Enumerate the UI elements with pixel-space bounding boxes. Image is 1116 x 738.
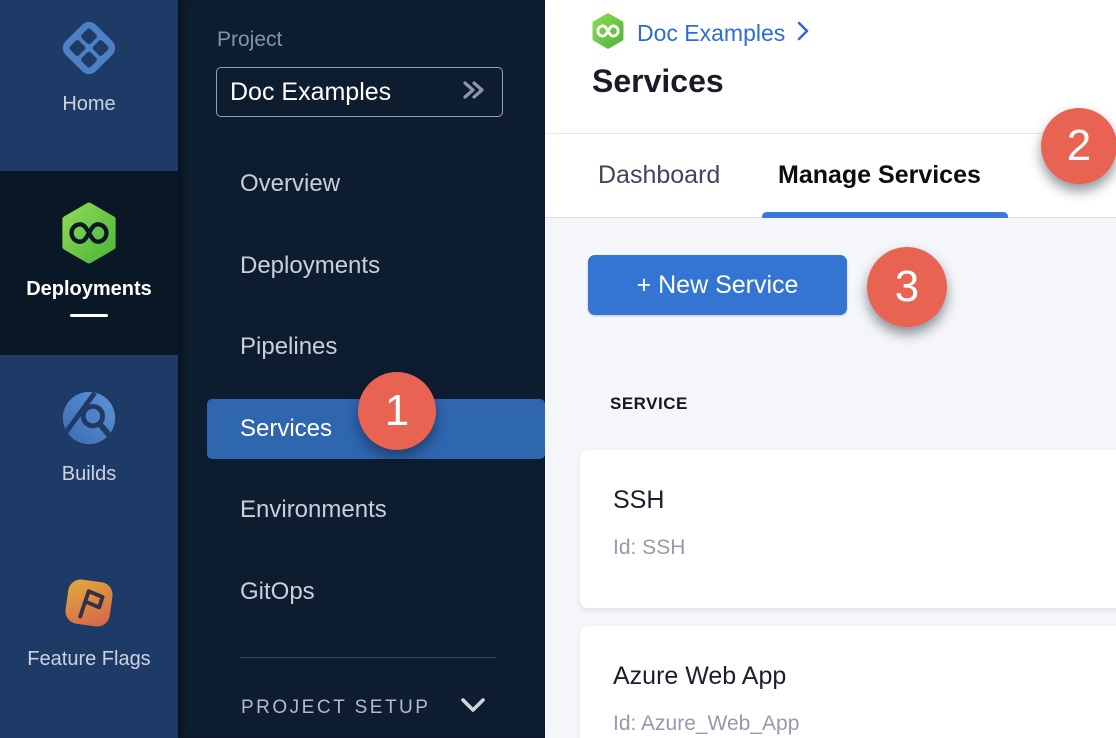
app-window: Home Deployments — [0, 0, 1116, 738]
project-selector[interactable]: Doc Examples — [216, 67, 503, 117]
tab-dashboard[interactable]: Dashboard — [598, 134, 720, 217]
service-card-ssh[interactable]: SSH Id: SSH — [580, 450, 1116, 608]
deployments-hexagon-icon — [590, 13, 626, 54]
sidebar-item-gitops[interactable]: GitOps — [207, 562, 545, 622]
service-name: SSH — [613, 486, 664, 515]
annotation-step-1-badge: 1 — [358, 372, 436, 450]
service-card-azure-web-app[interactable]: Azure Web App Id: Azure_Web_App — [580, 626, 1116, 738]
annotation-step-3-badge: 3 — [867, 247, 947, 327]
rail-label-feature-flags: Feature Flags — [27, 648, 150, 671]
deployments-icon — [58, 202, 120, 269]
page-header: Doc Examples Services — [545, 0, 1116, 134]
manage-services-panel: + New Service SERVICE SSH Id: SSH Azure … — [545, 218, 1116, 738]
project-label: Project — [217, 28, 282, 52]
rail-label-builds: Builds — [62, 463, 116, 486]
tab-manage-services[interactable]: Manage Services — [778, 134, 981, 217]
page-title: Services — [592, 63, 724, 100]
project-name: Doc Examples — [230, 78, 391, 107]
feature-flags-icon — [58, 572, 120, 639]
sidebar-item-deployments[interactable]: Deployments — [207, 236, 545, 296]
tab-bar: Dashboard Manage Services — [545, 134, 1116, 218]
rail-label-deployments: Deployments — [26, 278, 152, 301]
main-content: Doc Examples Services Dashboard Manage S… — [545, 0, 1116, 738]
project-sidebar: Project Doc Examples Overview Deployment… — [178, 0, 545, 738]
sidebar-item-pipelines[interactable]: Pipelines — [207, 317, 545, 377]
rail-item-builds[interactable]: Builds — [0, 355, 178, 520]
breadcrumb-project-link[interactable]: Doc Examples — [637, 20, 785, 47]
rail-item-home[interactable]: Home — [0, 0, 178, 171]
builds-icon — [58, 387, 120, 454]
rail-item-deployments[interactable]: Deployments — [0, 171, 178, 355]
sidebar-divider — [240, 657, 496, 658]
project-setup-toggle[interactable]: PROJECT SETUP — [241, 697, 486, 719]
sidebar-item-overview[interactable]: Overview — [207, 154, 545, 214]
rail-item-feature-flags[interactable]: Feature Flags — [0, 520, 178, 738]
service-id: Id: SSH — [613, 536, 685, 560]
service-id: Id: Azure_Web_App — [613, 712, 799, 736]
chevron-down-icon — [460, 697, 486, 719]
project-setup-label: PROJECT SETUP — [241, 697, 430, 719]
module-rail: Home Deployments — [0, 0, 178, 738]
annotation-step-2-badge: 2 — [1041, 108, 1116, 184]
double-chevron-right-icon — [460, 78, 488, 107]
rail-label-home: Home — [62, 93, 115, 116]
breadcrumb: Doc Examples — [590, 13, 812, 54]
service-column-header: SERVICE — [610, 394, 688, 414]
new-service-button[interactable]: + New Service — [588, 255, 847, 315]
home-icon — [58, 17, 120, 84]
chevron-right-icon — [796, 20, 812, 47]
service-name: Azure Web App — [613, 662, 786, 691]
active-module-indicator — [70, 314, 108, 317]
sidebar-item-environments[interactable]: Environments — [207, 480, 545, 540]
